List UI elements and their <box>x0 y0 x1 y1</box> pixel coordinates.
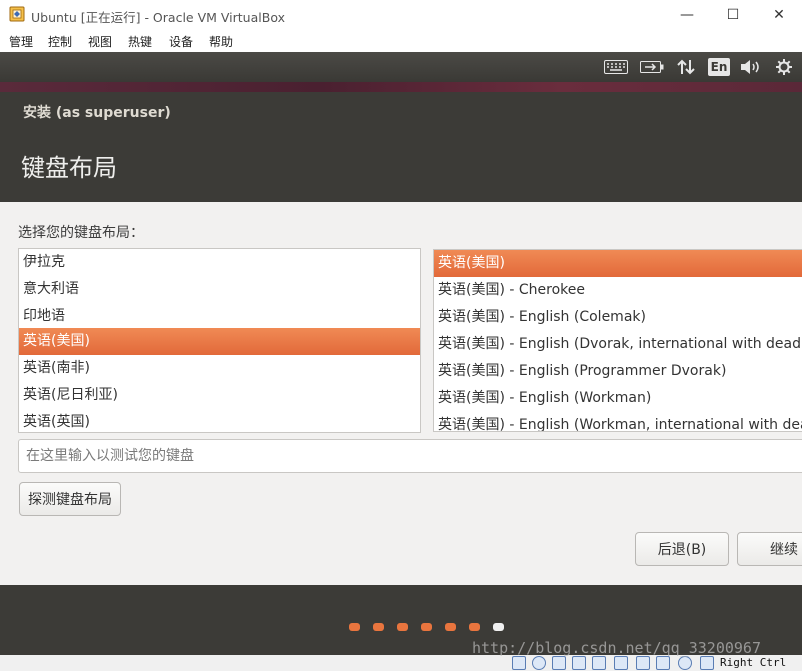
window-title: Ubuntu [正在运行] - Oracle VM VirtualBox <box>31 10 285 25</box>
progress-dot <box>469 623 480 631</box>
layout-list-item[interactable]: 英语(南非) <box>19 355 420 382</box>
shared-folders-icon[interactable] <box>592 656 606 670</box>
menu-bar: 管理 控制 视图 热键 设备 帮助 <box>0 30 802 52</box>
menu-help[interactable]: 帮助 <box>209 33 233 50</box>
installer-window-title: 安装 (as superuser) <box>23 105 171 121</box>
desktop-wallpaper <box>0 82 802 92</box>
virtualbox-status-bar: Right Ctrl <box>0 655 802 671</box>
variant-list-item[interactable]: 英语(美国) - English (Workman, international… <box>434 412 802 431</box>
virtualization-icon[interactable] <box>678 656 692 670</box>
minimize-icon: — <box>680 7 694 23</box>
network-icon[interactable] <box>676 58 696 76</box>
hard-disk-icon[interactable] <box>512 656 526 670</box>
settings-icon[interactable] <box>774 58 794 76</box>
detect-layout-button[interactable]: 探测键盘布局 <box>19 482 121 516</box>
layout-list-item[interactable]: 英语(美国) <box>19 328 420 355</box>
host-key-label: Right Ctrl <box>720 656 787 669</box>
variant-list-item[interactable]: 英语(美国) - English (Colemak) <box>434 304 802 331</box>
video-capture-icon[interactable] <box>656 656 670 670</box>
installer-content: 选择您的键盘布局： 伊拉克 意大利语 印地语 英语(美国) 英语(南非) 英语(… <box>0 202 802 585</box>
battery-icon[interactable] <box>640 58 664 76</box>
variant-list-item[interactable]: 英语(美国) <box>434 250 802 277</box>
variant-list-item[interactable]: 英语(美国) - English (Workman) <box>434 385 802 412</box>
language-indicator[interactable]: En <box>708 58 730 76</box>
progress-dot <box>421 623 432 631</box>
keyboard-variant-list[interactable]: 英语(美国) 英语(美国) - Cherokee 英语(美国) - Englis… <box>433 249 802 432</box>
choose-layout-label: 选择您的键盘布局： <box>18 225 144 241</box>
menu-view[interactable]: 视图 <box>88 33 112 50</box>
menu-devices[interactable]: 设备 <box>169 33 193 50</box>
page-title: 键盘布局 <box>21 154 117 182</box>
menu-control[interactable]: 控制 <box>48 33 72 50</box>
variant-list-item[interactable]: 英语(美国) - Cherokee <box>434 277 802 304</box>
network-adapter-icon[interactable] <box>636 656 650 670</box>
progress-dot <box>397 623 408 631</box>
continue-button[interactable]: 继续 <box>737 532 802 566</box>
keyboard-test-input[interactable] <box>18 439 802 473</box>
variant-list-item[interactable]: 英语(美国) - English (Programmer Dvorak) <box>434 358 802 385</box>
close-icon: ✕ <box>773 7 785 23</box>
back-button[interactable]: 后退(B) <box>635 532 729 566</box>
display-icon[interactable] <box>614 656 628 670</box>
maximize-icon: ☐ <box>726 7 740 23</box>
progress-dot <box>445 623 456 631</box>
audio-icon[interactable] <box>552 656 566 670</box>
ubuntu-top-panel: En <box>0 52 802 82</box>
window-titlebar: Ubuntu [正在运行] - Oracle VM VirtualBox — ☐… <box>0 0 802 30</box>
layout-list-item[interactable]: 意大利语 <box>19 276 420 303</box>
progress-dot <box>349 623 360 631</box>
layout-list-item[interactable]: 伊拉克 <box>19 249 420 276</box>
progress-dot <box>373 623 384 631</box>
virtualbox-app-icon <box>9 6 25 22</box>
keyboard-icon[interactable] <box>604 58 628 76</box>
layout-list-item[interactable]: 印地语 <box>19 303 420 330</box>
layout-list-item[interactable]: 英语(英国) <box>19 409 420 432</box>
guest-display[interactable]: En 安装 (as superuser) 键盘布局 选择您的键盘布局： 伊拉克 … <box>0 52 802 655</box>
variant-list-item[interactable]: 英语(美国) - English (Dvorak, international … <box>434 331 802 358</box>
menu-manage[interactable]: 管理 <box>9 33 33 50</box>
close-button[interactable]: ✕ <box>756 0 802 30</box>
layout-list-item[interactable]: 英语(尼日利亚) <box>19 382 420 409</box>
optical-drive-icon[interactable] <box>532 656 546 670</box>
minimize-button[interactable]: — <box>664 0 710 30</box>
keyboard-layout-list[interactable]: 伊拉克 意大利语 印地语 英语(美国) 英语(南非) 英语(尼日利亚) 英语(英… <box>18 248 421 433</box>
installer-progress-dots <box>0 585 802 655</box>
mouse-integration-icon[interactable] <box>700 656 714 670</box>
maximize-button[interactable]: ☐ <box>710 0 756 30</box>
installer-header: 安装 (as superuser) 键盘布局 <box>0 92 802 202</box>
volume-icon[interactable] <box>740 58 762 76</box>
menu-hotkeys[interactable]: 热键 <box>128 33 152 50</box>
progress-dot <box>493 623 504 631</box>
usb-icon[interactable] <box>572 656 586 670</box>
